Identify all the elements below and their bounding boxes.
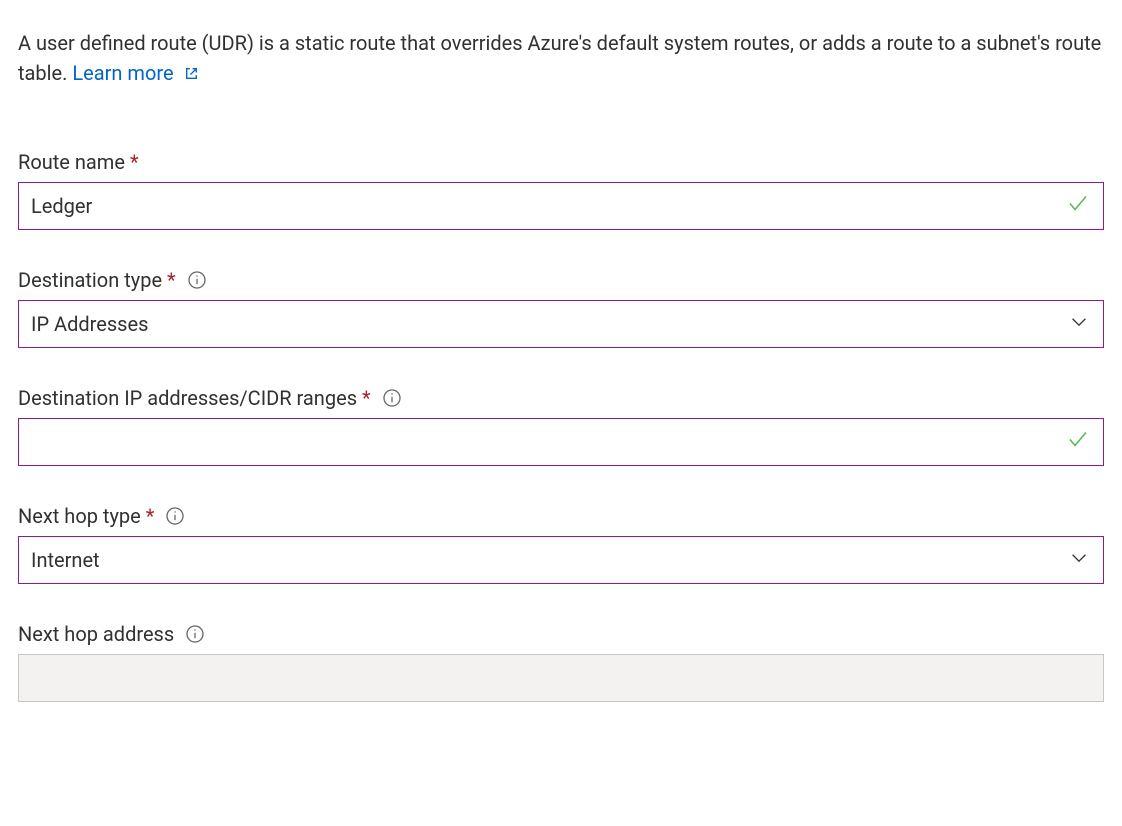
next-hop-type-value: Internet xyxy=(31,548,100,572)
next-hop-address-input xyxy=(18,654,1104,702)
next-hop-type-select[interactable]: Internet xyxy=(18,536,1104,584)
info-icon[interactable] xyxy=(382,388,402,408)
required-mark: * xyxy=(130,150,139,174)
route-name-input[interactable] xyxy=(18,182,1104,230)
info-icon[interactable] xyxy=(187,270,207,290)
external-link-icon xyxy=(183,60,200,90)
destination-cidr-label: Destination IP addresses/CIDR ranges xyxy=(18,386,357,410)
destination-cidr-label-row: Destination IP addresses/CIDR ranges * xyxy=(18,386,1104,410)
required-mark: * xyxy=(146,504,155,528)
required-mark: * xyxy=(362,386,371,410)
info-icon[interactable] xyxy=(165,506,185,526)
destination-type-select[interactable]: IP Addresses xyxy=(18,300,1104,348)
learn-more-label: Learn more xyxy=(72,61,173,85)
destination-type-group: Destination type * IP Addresses xyxy=(18,268,1104,348)
next-hop-address-group: Next hop address xyxy=(18,622,1104,702)
route-name-group: Route name * xyxy=(18,150,1104,230)
next-hop-address-label-row: Next hop address xyxy=(18,622,1104,646)
destination-type-value: IP Addresses xyxy=(31,312,148,336)
next-hop-type-label: Next hop type xyxy=(18,504,141,528)
route-name-label-row: Route name * xyxy=(18,150,1104,174)
route-name-label: Route name xyxy=(18,150,125,174)
required-mark: * xyxy=(167,268,176,292)
destination-type-label-row: Destination type * xyxy=(18,268,1104,292)
learn-more-link[interactable]: Learn more xyxy=(72,61,199,85)
next-hop-address-label: Next hop address xyxy=(18,622,174,646)
destination-cidr-group: Destination IP addresses/CIDR ranges * xyxy=(18,386,1104,466)
description-text: A user defined route (UDR) is a static r… xyxy=(18,28,1104,90)
info-icon[interactable] xyxy=(185,624,205,644)
destination-type-label: Destination type xyxy=(18,268,162,292)
next-hop-type-label-row: Next hop type * xyxy=(18,504,1104,528)
destination-cidr-input[interactable] xyxy=(18,418,1104,466)
next-hop-type-group: Next hop type * Internet xyxy=(18,504,1104,584)
